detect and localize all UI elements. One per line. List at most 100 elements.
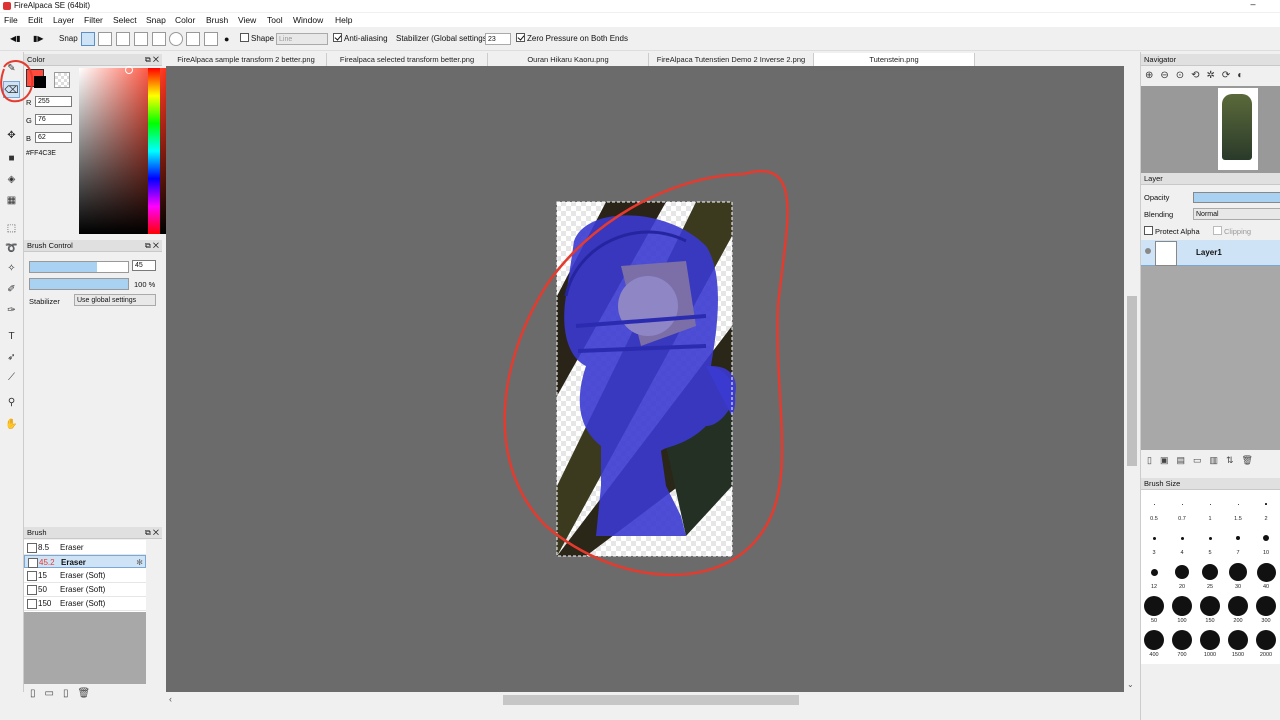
operation-tool-icon[interactable]: ➶ [3,349,20,366]
checkbox-icon[interactable] [28,558,38,568]
size-input[interactable]: 45 [132,260,156,271]
brush-size-dot[interactable] [1175,565,1189,579]
menu-snap[interactable]: Snap [146,15,166,25]
select-pen-icon[interactable]: ✐ [3,281,20,298]
select-eraser-icon[interactable]: ✑ [3,302,20,319]
brush-size-dot[interactable] [1180,536,1184,540]
brush-size-dot[interactable] [1265,503,1267,505]
minimize-button[interactable]: – [1248,0,1258,10]
vertical-scroll-thumb[interactable] [1127,296,1137,466]
stabilizer-select[interactable]: 23 [485,33,511,45]
shape-checkbox[interactable]: Shape [240,32,274,46]
brush-size-grid[interactable]: 0.5 0.7 1 1.5 2 3 4 5 7 10 12 20 25 30 40 50 100 150 200 30… [1141,490,1280,664]
clipping-check-icon[interactable] [1213,226,1222,235]
brush-size-dot[interactable] [1200,630,1220,650]
menu-help[interactable]: Help [335,15,352,25]
panel-controls-icon[interactable]: ⧉ ✕ [145,527,159,539]
prev-arrow-icon[interactable]: ◀▮ [10,32,21,46]
gradient-tool-icon[interactable]: ▦ [3,192,20,209]
stabilizer-select[interactable]: Use global settings [74,294,156,306]
checkbox-icon[interactable] [27,571,37,581]
magic-wand-icon[interactable]: ✧ [3,260,20,277]
menu-filter[interactable]: Filter [84,15,103,25]
next-arrow-icon[interactable]: ▮▶ [33,32,44,46]
tab-document[interactable]: Ouran Hikaru Kaoru.png [488,53,649,66]
gear-icon[interactable]: ✻ [136,556,143,569]
opacity-slider[interactable] [29,278,129,290]
b-input[interactable]: 62 [35,132,72,143]
layer-actions[interactable]: ▯▣▤▭▥⇅🗑 [1147,455,1261,466]
transparent-color-swatch[interactable] [54,72,70,88]
zero-pressure-checkbox[interactable]: Zero Pressure on Both Ends [516,32,628,46]
blending-select[interactable]: Normal [1193,208,1280,220]
fill-tool-icon[interactable]: ■ [3,150,20,167]
brush-size-dot[interactable] [1200,596,1220,616]
size-slider[interactable] [29,261,129,273]
brush-size-dot[interactable] [1209,503,1211,505]
move-tool-icon[interactable]: ✥ [3,127,20,144]
r-input[interactable]: 255 [35,96,72,107]
eye-visibility-icon[interactable] [1145,248,1151,254]
tab-document[interactable]: FireAlpaca Tutenstien Demo 2 Inverse 2.p… [649,53,814,66]
layer-row-selected[interactable]: Layer1 [1141,240,1280,266]
brush-size-dot[interactable] [1229,563,1247,581]
hue-slider[interactable] [148,68,160,234]
canvas-area[interactable] [166,66,1124,692]
brush-size-dot[interactable] [1150,568,1158,576]
brush-size-dot[interactable] [1181,503,1183,505]
brush-list-scrollbar[interactable] [146,540,160,684]
tab-document[interactable]: Firealpaca selected transform better.png [327,53,488,66]
checkbox-icon[interactable] [27,585,37,595]
brush-panel-actions[interactable]: ▯▭▯🗑 [30,688,99,699]
brush-size-dot[interactable] [1228,630,1248,650]
protect-alpha-checkbox[interactable]: Protect Alpha [1144,226,1200,236]
brush-size-dot[interactable] [1172,596,1192,616]
clipping-checkbox[interactable]: Clipping [1213,226,1251,236]
brush-item[interactable]: 8.5 Eraser [24,541,146,555]
menu-edit[interactable]: Edit [28,15,43,25]
brush-size-dot[interactable] [1202,564,1218,580]
lasso-tool-icon[interactable]: ➰ [3,240,20,257]
scroll-left-icon[interactable]: ‹ [169,694,172,704]
menu-color[interactable]: Color [175,15,195,25]
antialias-checkbox[interactable]: Anti-aliasing [333,32,388,46]
snap-3d-icon[interactable] [204,32,218,46]
tab-active-document[interactable]: Tutenstein.png [814,53,975,66]
text-tool-icon[interactable]: T [3,328,20,345]
snap-circle-icon[interactable] [169,32,183,46]
brush-item[interactable]: 15 Eraser (Soft) [24,569,146,583]
snap-grid-icon[interactable] [116,32,130,46]
horizontal-scroll-thumb[interactable] [503,695,799,705]
menu-layer[interactable]: Layer [53,15,74,25]
navigator-view[interactable] [1141,86,1280,174]
checkbox-icon[interactable] [27,543,37,553]
select-tool-icon[interactable]: ⬚ [3,220,20,237]
brush-size-dot[interactable] [1152,536,1156,540]
brush-size-dot[interactable] [1144,630,1164,650]
brush-size-dot[interactable] [1256,562,1276,582]
brush-size-dot[interactable] [1256,596,1276,616]
tab-document[interactable]: FireAlpaca sample transform 2 better.png [166,53,327,66]
hand-tool-icon[interactable]: ✋ [3,416,20,433]
menu-file[interactable]: File [4,15,18,25]
protect-alpha-check-icon[interactable] [1144,226,1153,235]
vertical-scrollbar[interactable]: ⌄ [1124,66,1140,692]
snap-off-icon[interactable] [81,32,95,46]
shape-check-icon[interactable] [240,33,249,42]
scroll-down-icon[interactable]: ⌄ [1127,680,1134,689]
menu-tool[interactable]: Tool [267,15,283,25]
snap-curve-icon[interactable] [186,32,200,46]
brush-size-dot[interactable] [1237,503,1239,505]
divide-tool-icon[interactable]: ⟋ [3,369,20,386]
menu-view[interactable]: View [238,15,256,25]
brush-size-dot[interactable] [1144,596,1164,616]
horizontal-scrollbar[interactable]: ‹ [166,692,1124,708]
snap-lines-icon[interactable] [134,32,148,46]
zero-pressure-check-icon[interactable] [516,33,525,42]
antialias-check-icon[interactable] [333,33,342,42]
snap-radial-icon[interactable] [152,32,166,46]
brush-item[interactable]: 50 Eraser (Soft) [24,583,146,597]
brush-size-dot[interactable] [1236,536,1240,540]
bullet-icon[interactable]: ● [224,32,229,46]
menu-brush[interactable]: Brush [206,15,228,25]
